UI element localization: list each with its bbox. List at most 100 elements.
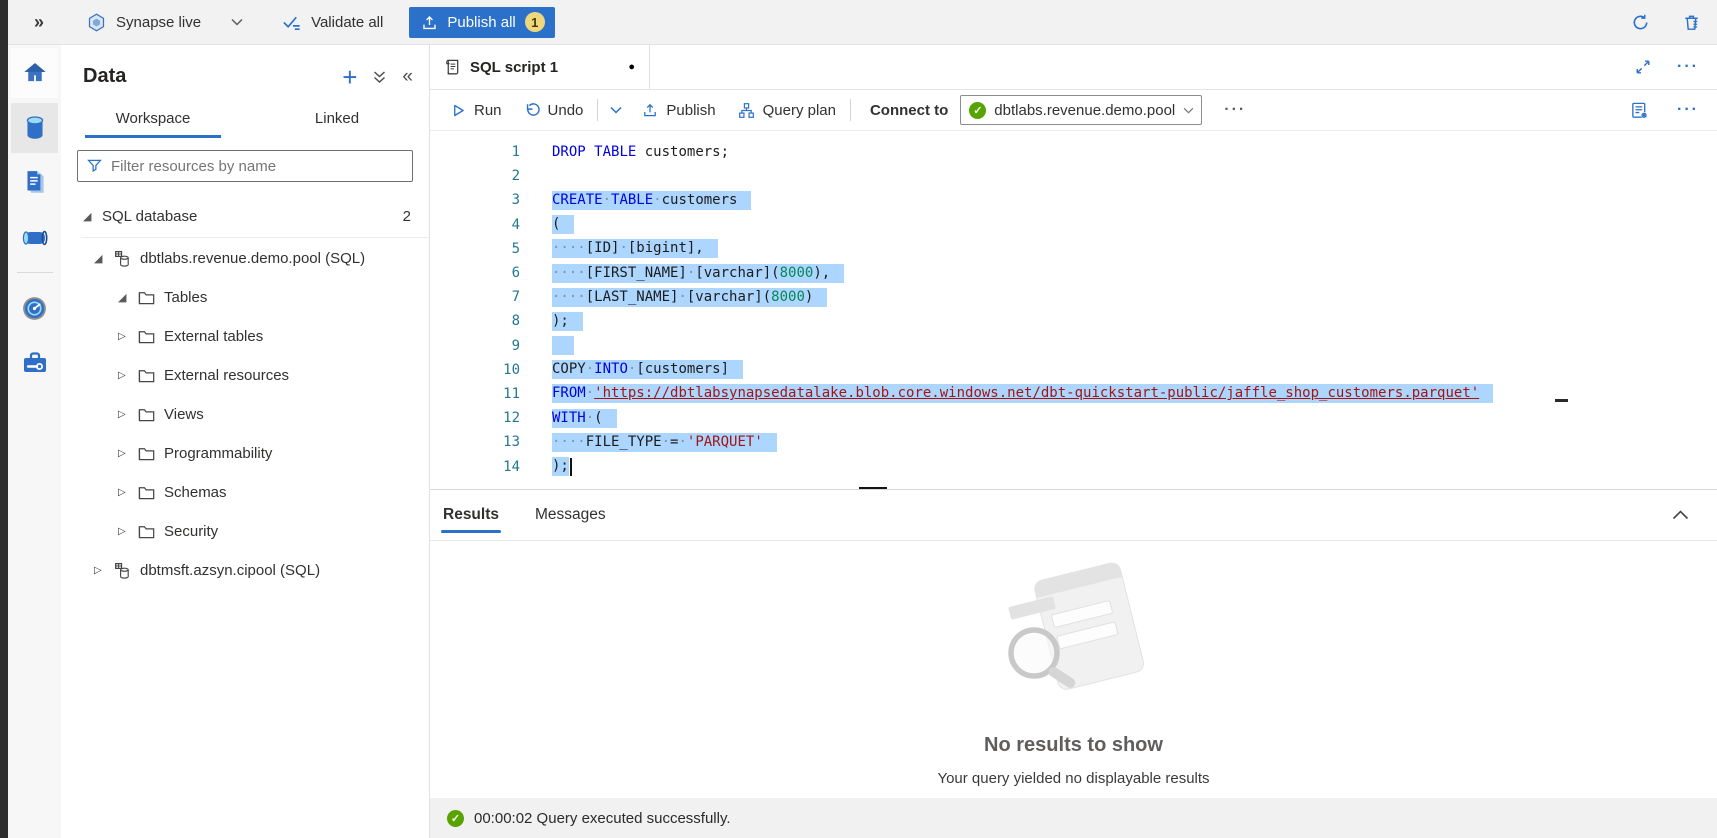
refresh-icon[interactable] <box>1631 13 1650 32</box>
connect-more-icon[interactable]: ··· <box>1224 101 1246 119</box>
tab-messages[interactable]: Messages <box>533 490 608 540</box>
code-line-3[interactable]: 3CREATE·TABLE·customers <box>430 188 1717 212</box>
nav-manage[interactable] <box>11 338 58 388</box>
mode-selector[interactable]: Synapse live <box>86 12 243 33</box>
code-line-13[interactable]: 13 ····FILE_TYPE·=·'PARQUET' <box>430 430 1717 454</box>
line-number: 4 <box>430 217 520 233</box>
collapse-panel-icon[interactable]: « <box>402 66 413 88</box>
panel-title: Data <box>83 65 342 88</box>
undo-label: Undo <box>548 102 584 119</box>
code-line-text: ····[LAST_NAME]·[varchar](8000) <box>552 288 827 307</box>
caret-collapsed-icon[interactable]: ▷ <box>118 331 137 342</box>
tree-item-programmability[interactable]: ▷Programmability <box>61 434 429 473</box>
code-line-2[interactable]: 2 <box>430 164 1717 188</box>
topbar-right-actions <box>1631 13 1717 32</box>
caret-collapsed-icon[interactable]: ▷ <box>118 409 137 420</box>
code-line-5[interactable]: 5····[ID]·[bigint], <box>430 237 1717 261</box>
database-icon <box>113 249 140 268</box>
tree-item-count: 2 <box>403 208 429 225</box>
discard-trash-icon[interactable] <box>1682 13 1701 32</box>
tree-item-tables[interactable]: ◢Tables <box>61 278 429 317</box>
tab-sql-script-1[interactable]: SQL script 1 ● <box>430 45 650 89</box>
tab-title: SQL script 1 <box>470 59 558 76</box>
nav-develop[interactable] <box>11 158 58 208</box>
data-panel-tabs: Workspace Linked <box>61 102 429 138</box>
code-line-4[interactable]: 4( <box>430 213 1717 237</box>
line-number: 13 <box>430 434 520 450</box>
nav-monitor[interactable] <box>11 283 58 333</box>
code-editor[interactable]: 1 DROP TABLE customers; 23CREATE·TABLE·cus… <box>430 131 1717 490</box>
code-line-text: DROP TABLE customers; <box>552 143 729 162</box>
synapse-studio-window: » Synapse live Validate all Publish all … <box>0 0 1717 838</box>
tree-item-external-tables[interactable]: ▷External tables <box>61 317 429 356</box>
editor-more-icon[interactable]: ··· <box>1677 101 1699 119</box>
code-line-text: ····FILE_TYPE·=·'PARQUET' <box>552 433 777 452</box>
validate-all-button[interactable]: Validate all <box>281 12 383 33</box>
chevron-down-icon <box>1183 107 1194 114</box>
code-line-9[interactable]: 9 <box>430 334 1717 358</box>
tree-item-dbtmsft-azsyn-cipool-sql[interactable]: ▷dbtmsft.azsyn.cipool (SQL) <box>61 551 429 590</box>
tree-item-dbtlabs-revenue-demo-pool-sql[interactable]: ◢dbtlabs.revenue.demo.pool (SQL) <box>61 239 429 278</box>
tree-item-views[interactable]: ▷ Views <box>61 395 429 434</box>
expand-topnav-icon[interactable]: » <box>34 12 44 33</box>
caret-collapsed-icon[interactable]: ▷ <box>118 448 137 459</box>
code-line-1[interactable]: 1 DROP TABLE customers; <box>430 140 1717 164</box>
results-tab-bar: Results Messages <box>430 490 1717 541</box>
publish-all-label: Publish all <box>447 14 515 31</box>
tree-item-label: Views <box>164 406 204 423</box>
caret-collapsed-icon[interactable]: ▷ <box>118 370 137 381</box>
tree-item-security[interactable]: ▷Security <box>61 512 429 551</box>
caret-collapsed-icon[interactable]: ▷ <box>118 487 137 498</box>
code-line-text: ( <box>552 215 574 234</box>
tree-item-sql-database[interactable]: ◢SQL database2 <box>61 197 429 236</box>
caret-expanded-icon[interactable]: ◢ <box>83 210 102 223</box>
connect-to-label: Connect to <box>870 102 948 119</box>
chevron-down-icon[interactable] <box>231 18 243 26</box>
publish-all-button[interactable]: Publish all 1 <box>409 7 554 38</box>
query-plan-label: Query plan <box>763 102 836 119</box>
query-plan-button[interactable]: Query plan <box>727 90 847 130</box>
tab-results[interactable]: Results <box>441 490 501 540</box>
code-line-7[interactable]: 7····[LAST_NAME]·[varchar](8000) <box>430 285 1717 309</box>
run-button[interactable]: Run <box>440 90 513 130</box>
tab-workspace[interactable]: Workspace <box>61 102 245 138</box>
code-line-6[interactable]: 6····[FIRST_NAME]·[varchar](8000), <box>430 261 1717 285</box>
caret-collapsed-icon[interactable]: ▷ <box>94 565 113 576</box>
caret-expanded-icon[interactable]: ◢ <box>118 291 137 304</box>
tab-more-icon[interactable]: ··· <box>1677 58 1699 76</box>
nav-home[interactable] <box>11 48 58 98</box>
tree-item-schemas[interactable]: ▷Schemas <box>61 473 429 512</box>
tab-linked[interactable]: Linked <box>245 102 429 138</box>
undo-button[interactable]: Undo <box>513 90 595 130</box>
run-options-chevron-icon[interactable] <box>601 106 631 114</box>
validate-all-label: Validate all <box>311 14 383 31</box>
sql-editor-pane: SQL script 1 ● ··· Run Undo <box>430 45 1717 838</box>
tree-divider <box>81 237 429 238</box>
double-chevron-down-icon[interactable] <box>373 70 386 84</box>
code-line-14[interactable]: 14); <box>430 454 1717 478</box>
tree-item-external-resources[interactable]: ▷External resources <box>61 356 429 395</box>
line-number: 12 <box>430 410 520 426</box>
nav-integrate[interactable] <box>11 213 58 263</box>
code-line-8[interactable]: 8); <box>430 309 1717 333</box>
code-line-12[interactable]: 12WITH·( <box>430 406 1717 430</box>
unsaved-dot-icon: ● <box>628 61 635 73</box>
caret-collapsed-icon[interactable]: ▷ <box>118 526 137 537</box>
caret-expanded-icon[interactable]: ◢ <box>94 252 113 265</box>
expand-editor-icon[interactable] <box>1635 59 1651 75</box>
toolbar-divider <box>850 99 851 121</box>
pool-online-check-icon: ✓ <box>969 102 986 119</box>
nav-data[interactable] <box>11 103 58 153</box>
line-number: 3 <box>430 192 520 208</box>
line-number: 1 <box>430 144 520 160</box>
publish-button[interactable]: Publish <box>631 90 726 130</box>
code-line-10[interactable]: 10COPY·INTO·[customers] <box>430 358 1717 382</box>
add-resource-icon[interactable]: + <box>342 66 357 88</box>
upload-icon <box>421 14 438 31</box>
collapse-results-chevron-icon[interactable] <box>1672 510 1717 520</box>
connect-to-pool-dropdown[interactable]: ✓ dbtlabs.revenue.demo.pool <box>960 95 1202 125</box>
folder-icon <box>137 445 164 462</box>
properties-icon[interactable] <box>1630 101 1649 120</box>
filter-resources-input[interactable] <box>77 150 413 182</box>
code-line-11[interactable]: 11FROM·'https://dbtlabsynapsedatalake.bl… <box>430 382 1717 406</box>
